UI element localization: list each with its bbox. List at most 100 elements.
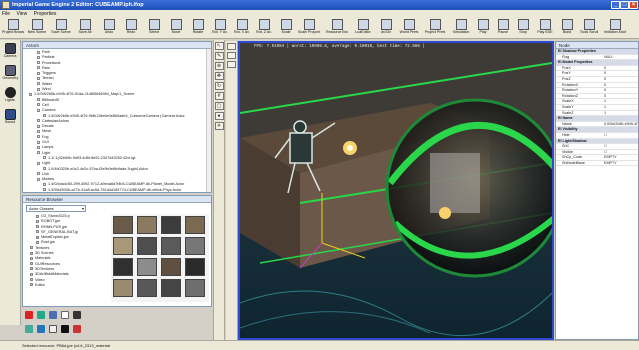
texture-thumbnail[interactable] xyxy=(137,216,157,234)
project-prefs-icon xyxy=(429,19,441,30)
build-icon xyxy=(561,19,573,30)
lua-editor-button[interactable]: LuaEditor xyxy=(352,19,374,38)
select-button[interactable]: Select xyxy=(143,19,165,38)
tools-button[interactable]: Tools Scroll xyxy=(578,19,600,38)
fps-readout: FPS: 7.51984 | worst: 10996.6, average: … xyxy=(254,45,425,49)
resource-browser-title: Resource Browser xyxy=(23,196,211,203)
sphere-tool-icon[interactable]: ● xyxy=(214,112,224,120)
sound-tool-button[interactable]: Sound xyxy=(3,109,18,128)
folder-icon xyxy=(30,256,33,260)
build-button[interactable]: Build xyxy=(556,19,578,38)
rotate-icon[interactable]: ↻ xyxy=(214,82,224,90)
rotate-z-button[interactable]: Rot. Z Ax. xyxy=(253,19,275,38)
menu-view[interactable]: View xyxy=(16,11,27,17)
simulation-button[interactable]: Simulation xyxy=(450,19,472,38)
pause-button[interactable]: Pause xyxy=(492,19,514,38)
undo-button[interactable]: Undo xyxy=(98,19,120,38)
scale-proportional-icon xyxy=(303,19,315,30)
move-axis-icon[interactable]: ✥ xyxy=(214,72,224,80)
texture-thumbnail[interactable] xyxy=(161,216,181,234)
world-prefs-button[interactable]: World Prefs xyxy=(398,19,420,38)
geometry-tool-button[interactable]: Geometry xyxy=(3,65,18,84)
actor-classes-dropdown[interactable]: Actor Classes ▾ xyxy=(26,205,86,212)
resource-browser-panel: Resource Browser Actor Classes ▾ G3_Stone… xyxy=(22,195,212,307)
status-text: Selected resource: PB6d.jpe (c/Lit_2313_… xyxy=(22,343,111,348)
texture-thumbnail[interactable] xyxy=(137,258,157,276)
minimize-button[interactable]: _ xyxy=(611,1,620,9)
light-icon[interactable]: ☀ xyxy=(214,122,224,130)
page-icon[interactable] xyxy=(61,311,69,319)
folder-icon xyxy=(37,76,40,80)
project-prefs-button[interactable]: Project Prefs xyxy=(424,19,446,38)
close-button[interactable]: × xyxy=(629,1,638,9)
texture-thumbnail[interactable] xyxy=(113,216,133,234)
new-scene-button[interactable]: New Scene xyxy=(26,19,48,38)
scene-viewport[interactable]: FPS: 7.51984 | worst: 10996.6, average: … xyxy=(238,41,554,340)
view-icon[interactable] xyxy=(227,43,236,50)
texture-thumbnail[interactable] xyxy=(185,258,205,276)
actors-scrollbar[interactable] xyxy=(206,49,211,192)
dx-icon xyxy=(380,19,392,30)
menu-properties[interactable]: Properties xyxy=(34,11,57,17)
shade-icon[interactable] xyxy=(227,61,236,68)
play-ede-button[interactable]: Play EDE xyxy=(534,19,556,38)
wire-icon[interactable] xyxy=(227,52,236,59)
move-button[interactable]: Move xyxy=(165,19,187,38)
property-row[interactable]: ShModelBase EMPTY xyxy=(556,161,638,167)
sphere-icon[interactable] xyxy=(37,325,45,333)
maximize-button[interactable]: □ xyxy=(620,1,629,9)
lights-tool-button[interactable]: Lights xyxy=(3,87,18,106)
texture-thumbnail[interactable] xyxy=(137,279,157,297)
texture-thumbnail[interactable] xyxy=(113,258,133,276)
folder-icon xyxy=(37,82,40,86)
texture-thumbnail[interactable] xyxy=(185,216,205,234)
folder-icon xyxy=(30,246,33,250)
grid-icon[interactable]: # xyxy=(214,92,224,100)
save-all-button[interactable]: Save All xyxy=(74,19,96,38)
folder-add-icon[interactable] xyxy=(49,311,57,319)
rotate-icon xyxy=(192,19,204,30)
texture-thumbnail[interactable] xyxy=(137,237,157,255)
delete-icon[interactable] xyxy=(25,311,33,319)
texture-thumbnail[interactable] xyxy=(161,237,181,255)
actors-panel: Actors Path Particle Procedural Rain Trigger… xyxy=(22,41,212,193)
texture-thumbnail[interactable] xyxy=(113,279,133,297)
sound-icon xyxy=(4,109,16,120)
texture-thumbnail[interactable] xyxy=(185,237,205,255)
imitation-icon xyxy=(609,19,621,30)
save-button[interactable]: Save Scene xyxy=(50,19,72,38)
folder-button[interactable]: Project Browser xyxy=(2,19,24,38)
cursor-icon[interactable]: ↖ xyxy=(214,42,224,50)
tree-item[interactable]: 1.0/55d/532b-a27b-41a8-ac5d-761d4d16577d… xyxy=(29,188,211,193)
imitation-button[interactable]: Imitation Mode xyxy=(604,19,626,38)
rotate-button[interactable]: Rotate xyxy=(187,19,209,38)
scale-icon xyxy=(280,19,292,30)
texture-thumbnail[interactable] xyxy=(113,237,133,255)
target-icon[interactable]: ⊕ xyxy=(214,62,224,70)
close-icon[interactable] xyxy=(73,325,81,333)
camera-tool-button[interactable]: Camera xyxy=(3,43,18,62)
scale-button[interactable]: Scale xyxy=(275,19,297,38)
menu-file[interactable]: File xyxy=(2,11,10,17)
pencil-icon[interactable]: ✎ xyxy=(214,52,224,60)
texture-thumbnail[interactable] xyxy=(161,279,181,297)
dx-button[interactable]: dx/Cfx xyxy=(375,19,397,38)
image-icon[interactable] xyxy=(25,325,33,333)
scale-proportional-button[interactable]: Scale Proportional xyxy=(298,19,320,38)
monitor-icon[interactable] xyxy=(61,325,69,333)
resource-item[interactable]: Editor xyxy=(26,283,108,288)
box-icon[interactable]: ▢ xyxy=(214,102,224,110)
document-icon[interactable] xyxy=(49,325,57,333)
texture-thumbnail[interactable] xyxy=(185,279,205,297)
play-button[interactable]: Play xyxy=(472,19,494,38)
texture-thumbnail[interactable] xyxy=(161,258,181,276)
settings-icon[interactable] xyxy=(73,311,81,319)
stop-button[interactable]: Stop xyxy=(512,19,534,38)
folder-icon xyxy=(37,129,40,133)
add-icon[interactable] xyxy=(37,311,45,319)
folder-icon xyxy=(30,251,33,255)
resource-browser-button[interactable]: Resource Browser xyxy=(326,19,348,38)
rotate-y-button[interactable]: Rot. Y Ax. xyxy=(209,19,231,38)
redo-button[interactable]: Redo xyxy=(120,19,142,38)
rotate-x-button[interactable]: Rot. X Ax. xyxy=(231,19,253,38)
